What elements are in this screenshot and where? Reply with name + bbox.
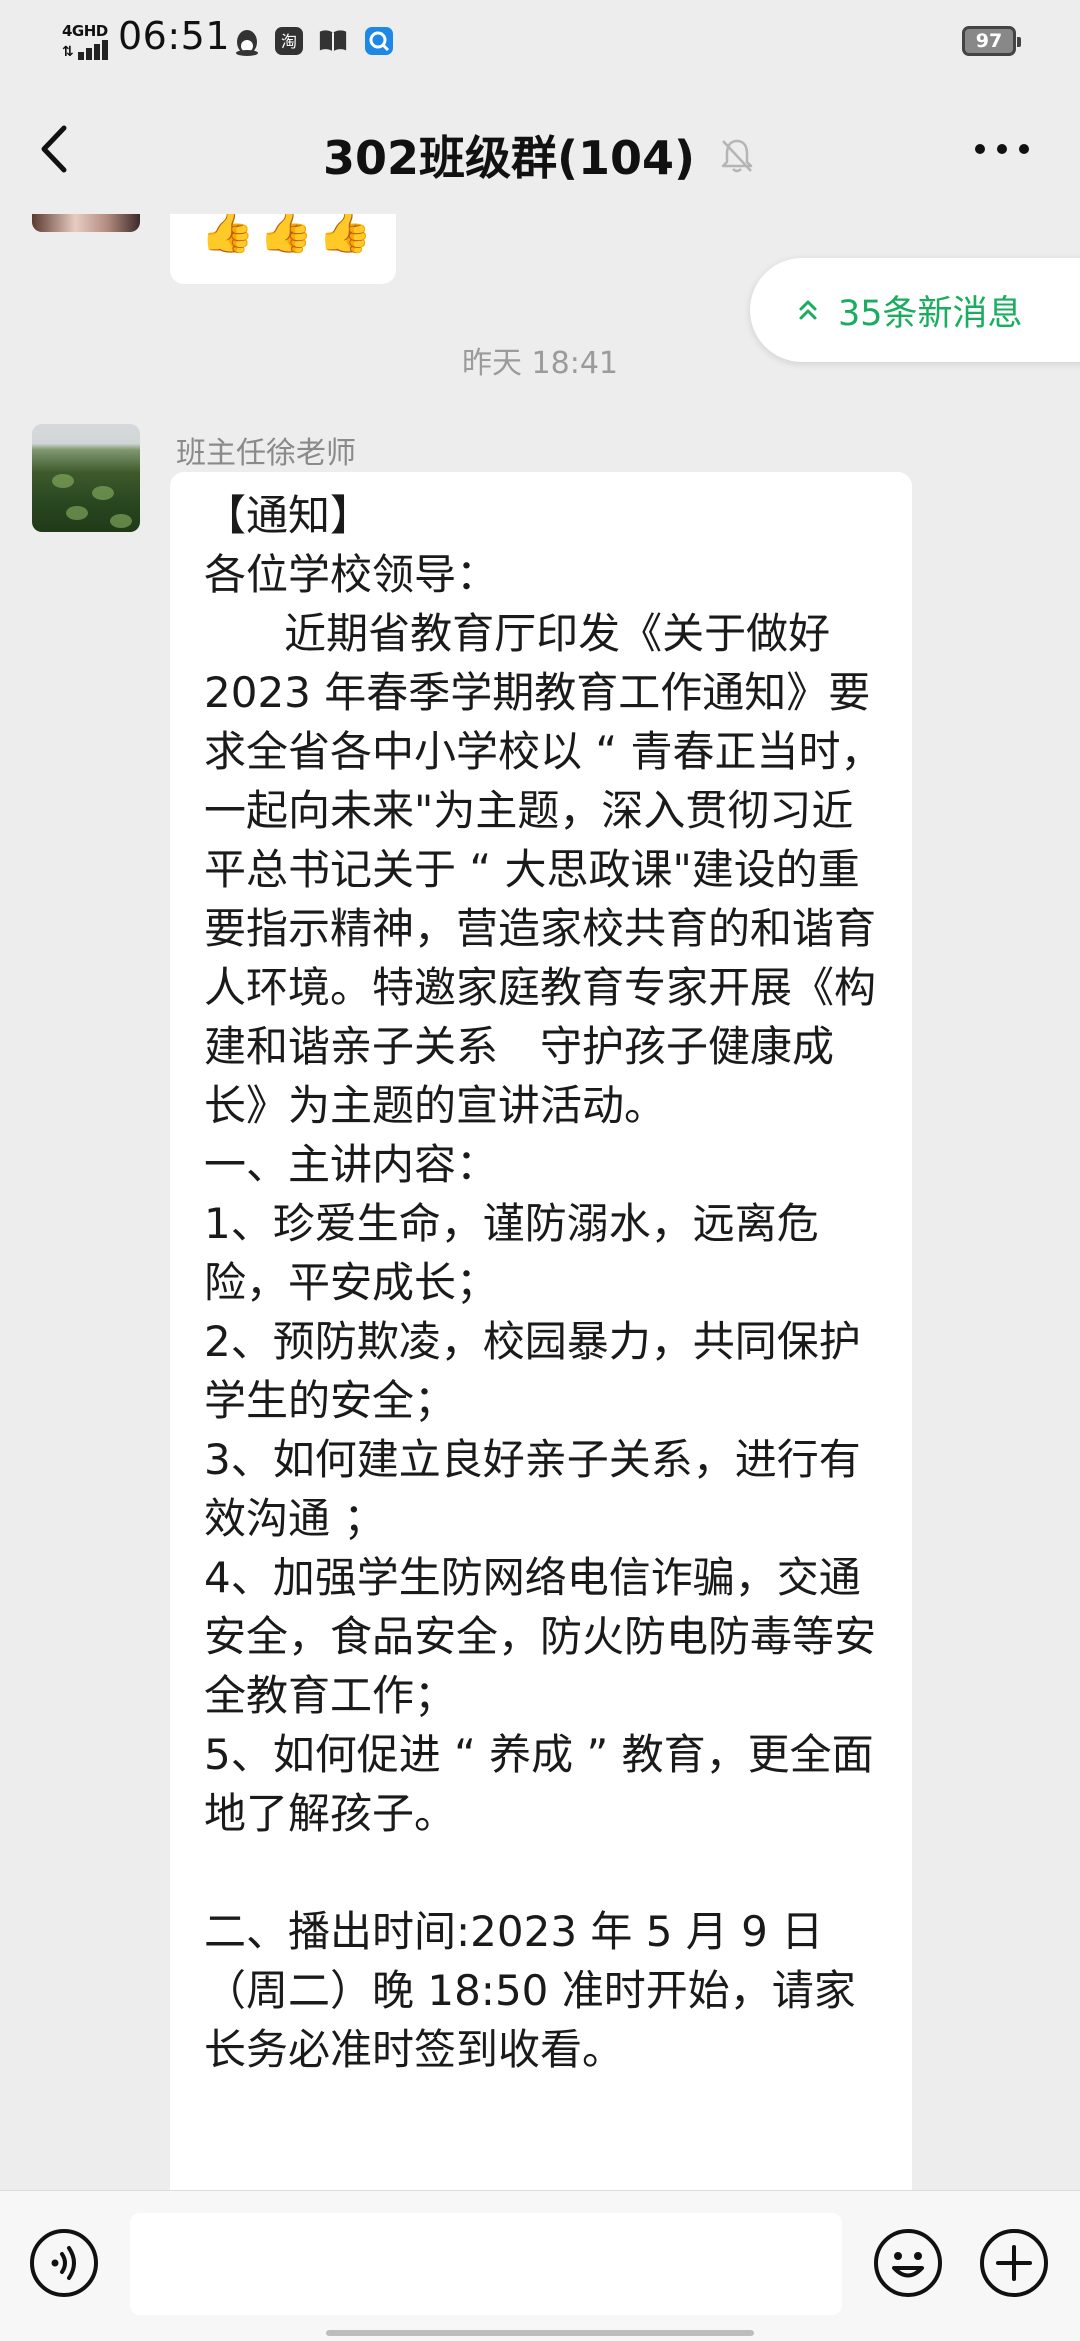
home-indicator[interactable] [326,2330,754,2336]
emoji-button[interactable] [872,2227,944,2299]
message-line: 【通知】 [204,491,373,540]
message-input[interactable] [130,2213,842,2315]
voice-icon [30,2229,98,2297]
message-line: 近期省教育厅印发《关于做好 2023 年春季学期教育工作通知》要求全省各中小学校… [204,609,883,1130]
message-line: 2、预防欺凌，校园暴力，共同保护学生的安全； [204,1317,861,1425]
voice-button[interactable] [28,2227,100,2299]
plus-button[interactable] [978,2227,1050,2299]
message-timestamp: 昨天 18:41 [462,346,618,381]
plus-icon [980,2229,1048,2297]
status-bar: 4GHD ⇅ 06:51 淘 97 [0,0,1080,84]
avatar[interactable] [32,214,140,232]
group-title[interactable]: 302班级群(104) [0,122,1080,188]
double-chevron-up-icon [799,300,817,320]
message-blank-line [204,1843,894,1902]
group-name: 302班级群(104) [322,131,696,185]
battery-indicator: 97 [962,26,1021,56]
message-text: 【通知】 各位学校领导： 近期省教育厅印发《关于做好 2023 年春季学期教育工… [204,486,894,2079]
more-button[interactable] [972,134,1032,164]
message-line: 各位学校领导： [204,550,499,599]
message-line: 4、加强学生防网络电信诈骗，交通安全，食品安全，防火防电防毒等安全教育工作； [204,1553,877,1720]
chat-header: 302班级群(104) [0,84,1080,214]
message-line: 5、如何促进 “ 养成 ” 教育，更全面地了解孩子。 [204,1730,874,1838]
message-bubble[interactable]: 👍👍👍 [170,214,396,284]
browser-icon [364,26,394,56]
chat-area[interactable]: 👍👍👍 35条新消息 昨天 18:41 班主任徐老师 【通知】 各位学校领导： … [0,214,1080,2190]
message-line: 3、如何建立良好亲子关系，进行有效沟通 ； [204,1435,861,1543]
message-line: 一、主讲内容： [204,1140,499,1189]
signal-icon: 4GHD ⇅ [62,22,108,60]
svg-text:淘: 淘 [281,32,297,51]
more-dots-icon [975,144,1029,154]
avatar[interactable] [32,424,140,532]
taobao-icon: 淘 [274,26,304,56]
input-bar [0,2190,1080,2341]
thumbs-up-emoji: 👍👍👍 [200,214,377,256]
message-bubble[interactable]: 【通知】 各位学校领导： 近期省教育厅印发《关于做好 2023 年春季学期教育工… [170,472,912,2190]
message-line: 二、播出时间:2023 年 5 月 9 日（周二）晚 18:50 准时开始，请家… [204,1907,856,2074]
message-line: 1、珍爱生命，谨防溺水，远离危险，平安成长； [204,1199,819,1307]
status-time: 06:51 [118,14,231,58]
qq-penguin-icon [232,26,262,56]
sender-name: 班主任徐老师 [176,436,356,471]
emoji-icon [874,2229,942,2297]
network-type: 4GHD [62,22,108,40]
book-icon [318,26,348,56]
bell-off-icon [721,139,753,173]
new-messages-label: 35条新消息 [838,293,1023,334]
